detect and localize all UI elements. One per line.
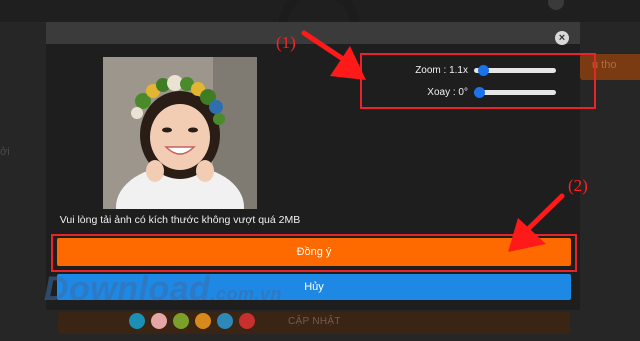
annotation-label-1: (1) <box>276 33 296 52</box>
arrow-2-head <box>508 218 546 252</box>
arrow-1-shaft <box>301 30 349 64</box>
annotation-arrows <box>301 30 565 252</box>
arrow-2-shaft <box>521 193 565 236</box>
annotation-label-2: (2) <box>568 176 588 195</box>
